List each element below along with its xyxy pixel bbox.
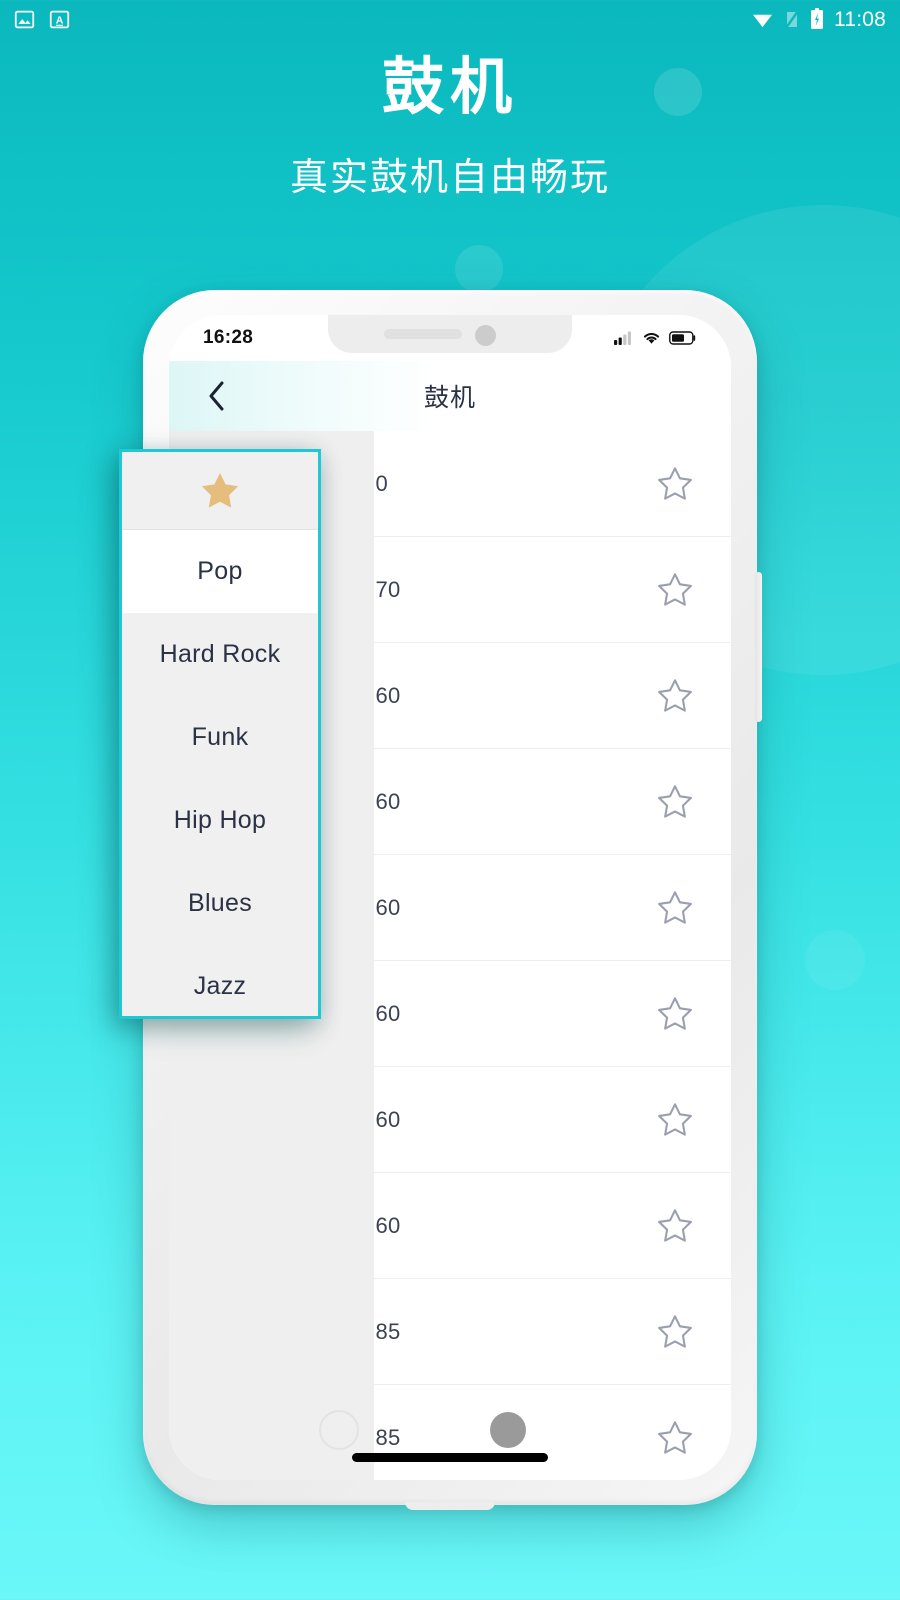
favorite-star-icon[interactable] [655,570,695,610]
favorite-star-icon[interactable] [655,1312,695,1352]
app-nav-bar: 鼓机 [169,361,731,431]
signal-off-icon [785,9,799,29]
favorite-star-icon[interactable] [655,1418,695,1458]
sidebar-item-label: Hip Hop [173,806,267,834]
status-bar-indicators: 11:08 [751,8,886,30]
favorite-star-icon[interactable] [655,1206,695,1246]
touch-cursor-indicator [490,1412,526,1448]
sidebar-item-label: Funk [191,723,249,751]
favorites-tab[interactable] [122,452,318,530]
genre-drawer[interactable]: Pop Hard Rock Funk Hip Hop Blues Jazz [119,449,321,1019]
chevron-left-icon [209,381,223,411]
decorative-circle-tiny [805,930,865,990]
device-status-indicators [614,331,697,345]
back-button[interactable] [199,379,233,413]
sidebar-item-label: Blues [187,889,253,917]
system-clock: 11:08 [834,7,886,31]
home-indicator[interactable] [352,1453,548,1462]
sidebar-item-hard-rock[interactable]: Hard Rock [122,613,318,696]
front-camera [475,325,496,346]
battery-icon [669,331,696,345]
cellular-icon [614,331,631,345]
earpiece-speaker [384,329,462,339]
sidebar-item-label: Pop [197,557,243,585]
letter-a-notification-icon: A [49,10,70,28]
sidebar-item-label: Hard Rock [159,640,281,668]
phone-notch [328,315,572,353]
wifi-icon [643,332,660,344]
sidebar-item-label: Jazz [193,972,247,1000]
phone-power-button [755,572,762,722]
phone-bottom-detail [405,1502,495,1510]
sidebar-item-jazz[interactable]: Jazz [122,945,318,1016]
favorite-star-icon[interactable] [655,994,695,1034]
sidebar-item-funk[interactable]: Funk [122,696,318,779]
sidebar-item-pop[interactable]: Pop [122,530,318,613]
sidebar-item-blues[interactable]: Blues [122,862,318,945]
image-notification-icon [14,10,35,28]
page-title: 鼓机 [423,384,476,412]
favorite-star-icon[interactable] [655,1100,695,1140]
battery-charging-icon [811,8,823,29]
favorite-star-icon[interactable] [655,782,695,822]
app-title: 鼓机 [381,53,518,122]
system-status-bar: A 11:08 [0,0,900,38]
device-clock: 16:28 [203,327,254,348]
sidebar-item-hip-hop[interactable]: Hip Hop [122,779,318,862]
favorite-star-icon[interactable] [655,888,695,928]
favorite-star-icon[interactable] [655,464,695,504]
status-bar-notifications: A [14,9,70,30]
star-filled-icon [201,472,239,508]
svg-text:A: A [56,14,64,26]
wifi-icon [753,14,772,27]
home-ring-decoration [319,1410,359,1450]
app-subtitle: 真实鼓机自由畅玩 [289,157,610,199]
favorite-star-icon[interactable] [655,676,695,716]
decorative-circle-mid [455,245,503,293]
